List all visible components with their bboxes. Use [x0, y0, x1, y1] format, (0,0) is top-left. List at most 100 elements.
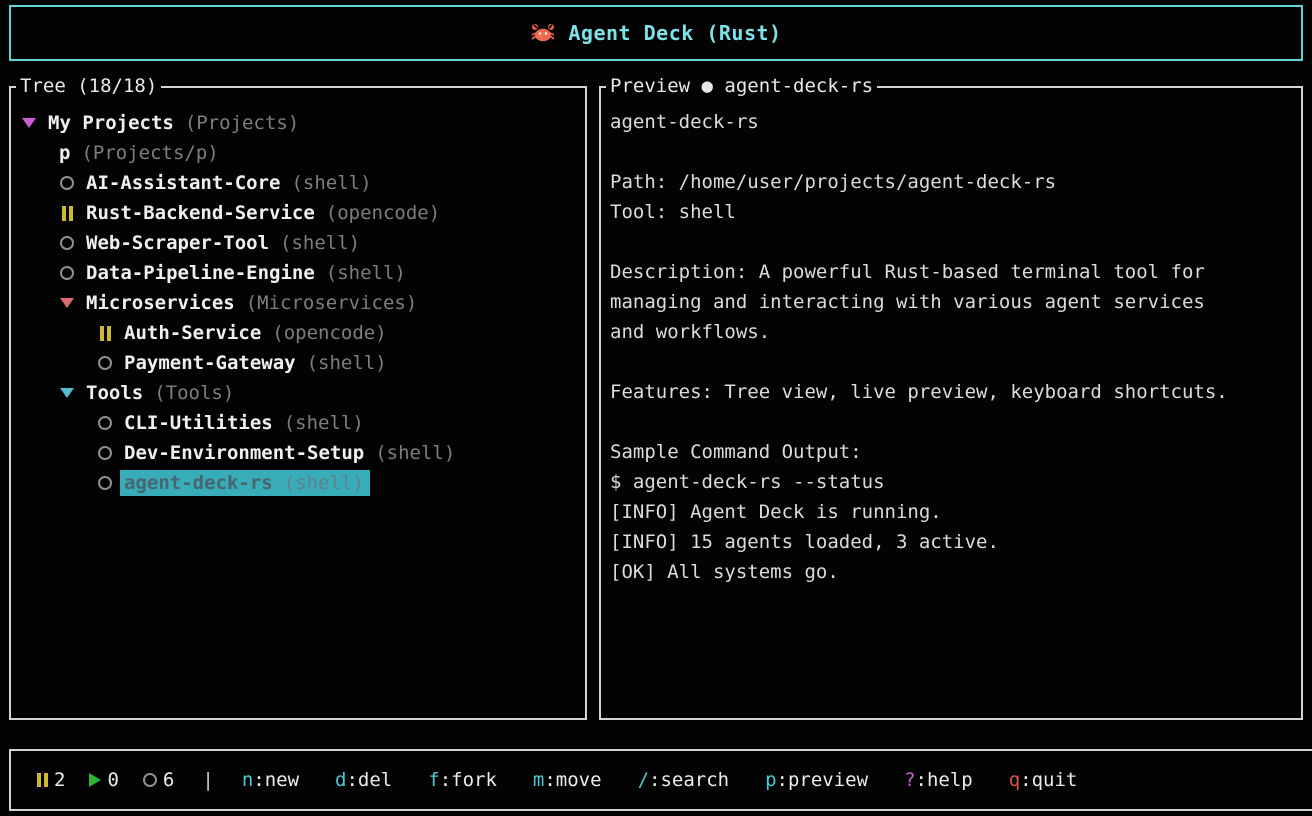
circle-icon [97, 476, 113, 490]
tree-panel-title: Tree (18/18) [16, 74, 161, 98]
tree-item-name: Auth-Service [124, 322, 261, 344]
preview-line [610, 347, 1291, 377]
preview-body: agent-deck-rs Path: /home/user/projects/… [601, 88, 1301, 587]
shortcut-label: :preview [777, 769, 869, 791]
tree-item-name: agent-deck-rs [124, 472, 273, 494]
circle-icon [97, 446, 113, 460]
tree-row-web-scraper-tool[interactable]: Web-Scraper-Tool (shell) [11, 228, 585, 258]
shortcut-key: m [533, 769, 544, 791]
tree-item-suffix: (shell) [307, 352, 387, 374]
preview-panel: Preview ● agent-deck-rs agent-deck-rs Pa… [599, 86, 1303, 720]
shortcut-key: n [242, 769, 253, 791]
preview-line: agent-deck-rs [610, 107, 1291, 137]
preview-line: Features: Tree view, live preview, keybo… [610, 377, 1291, 407]
tree-row-payment-gateway[interactable]: Payment-Gateway(shell) [11, 348, 585, 378]
circle-icon [97, 356, 113, 370]
count-play: 0 [89, 769, 118, 791]
status-bar-separator: | [202, 769, 213, 791]
preview-line: and workflows. [610, 317, 1291, 347]
shortcut-search: /:search [638, 769, 730, 791]
tree-panel: Tree (18/18) My Projects(Projects) p(Pro… [9, 86, 587, 720]
preview-line: [INFO] 15 agents loaded, 3 active. [610, 527, 1291, 557]
shortcut-key: p [765, 769, 776, 791]
shortcut-key: ? [904, 769, 915, 791]
shortcut-new: n:new [242, 769, 299, 791]
count-value: 6 [163, 769, 174, 791]
tree-item-name: Web-Scraper-Tool [86, 232, 269, 254]
tree-item-name: Microservices [86, 292, 235, 314]
tree-list: My Projects (Projects) p(Projects/p) AI-A… [11, 88, 585, 498]
preview-line: [OK] All systems go. [610, 557, 1291, 587]
circle-icon [143, 773, 157, 787]
shortcut-quit: q:quit [1009, 769, 1078, 791]
preview-line: managing and interacting with various ag… [610, 287, 1291, 317]
tree-item-suffix: (Tools) [154, 382, 234, 404]
shortcut-label: :fork [440, 769, 497, 791]
shortcut-hints: n:new d:del f:fork m:move /:search p:preview?… [242, 769, 1114, 791]
tree-row-agent-deck-rs[interactable]: agent-deck-rs (shell) [11, 468, 585, 498]
tree-item-suffix: (shell) [291, 172, 371, 194]
shortcut-label: :del [346, 769, 392, 791]
pause-icon [37, 773, 48, 787]
count-value: 2 [54, 769, 65, 791]
tree-row-data-pipeline-engine[interactable]: Data-Pipeline-Engine (shell) [11, 258, 585, 288]
tree-item-suffix: (opencode) [326, 202, 440, 224]
count-pause: 2 [37, 769, 65, 791]
tree-item-suffix: (shell) [326, 262, 406, 284]
shortcut-key: q [1009, 769, 1020, 791]
pause-icon [59, 206, 75, 221]
tree-item-suffix: (opencode) [272, 322, 386, 344]
tree-row-p[interactable]: p(Projects/p) [11, 138, 585, 168]
status-bar: 2 0 6 | n:new d:del f:fork m:move /:search p:… [9, 749, 1312, 811]
triangle-down-icon [59, 388, 75, 398]
circle-icon [59, 176, 75, 190]
tree-item-suffix: (Projects) [185, 112, 299, 134]
tree-item-name: CLI-Utilities [124, 412, 273, 434]
preview-line [610, 407, 1291, 437]
preview-line: [INFO] Agent Deck is running. [610, 497, 1291, 527]
tree-row-ai-assistant-core[interactable]: AI-Assistant-Core (shell) [11, 168, 585, 198]
tree-item-suffix: (shell) [284, 412, 364, 434]
shortcut-del: d:del [335, 769, 392, 791]
agent-deck-app: Agent Deck (Rust) Tree (18/18) My Projec… [0, 0, 1312, 816]
tree-item-name: My Projects [48, 112, 174, 134]
circle-icon [59, 236, 75, 250]
shortcut-label: :new [253, 769, 299, 791]
shortcut-label: :help [916, 769, 973, 791]
circle-icon [97, 416, 113, 430]
preview-panel-title: Preview ● agent-deck-rs [606, 74, 877, 98]
pause-icon [97, 326, 113, 341]
tree-row-tools[interactable]: Tools(Tools) [11, 378, 585, 408]
shortcut-move: m:move [533, 769, 602, 791]
preview-line: Sample Command Output: [610, 437, 1291, 467]
shortcut-key: f [428, 769, 439, 791]
tree-row-dev-environment-setup[interactable]: Dev-Environment-Setup(shell) [11, 438, 585, 468]
tree-row-microservices[interactable]: Microservices (Microservices) [11, 288, 585, 318]
tree-row-my-projects[interactable]: My Projects (Projects) [11, 108, 585, 138]
tree-item-name: p [59, 142, 70, 164]
shortcut-help: ?:help [904, 769, 973, 791]
preview-line [610, 227, 1291, 257]
tree-item-suffix: (shell) [280, 232, 360, 254]
crab-icon [530, 22, 556, 44]
tree-row-rust-backend-service[interactable]: Rust-Backend-Service (opencode) [11, 198, 585, 228]
tree-item-name: Rust-Backend-Service [86, 202, 315, 224]
tree-item-name: AI-Assistant-Core [86, 172, 280, 194]
preview-line: Description: A powerful Rust-based termi… [610, 257, 1291, 287]
tree-row-auth-service[interactable]: Auth-Service (opencode) [11, 318, 585, 348]
preview-line: Path: /home/user/projects/agent-deck-rs [610, 167, 1291, 197]
preview-line: $ agent-deck-rs --status [610, 467, 1291, 497]
shortcut-key: d [335, 769, 346, 791]
tree-item-suffix: (Microservices) [246, 292, 418, 314]
tree-item-suffix: (shell) [284, 472, 364, 494]
tree-row-cli-utilities[interactable]: CLI-Utilities (shell) [11, 408, 585, 438]
tree-item-name: Dev-Environment-Setup [124, 442, 364, 464]
shortcut-fork: f:fork [428, 769, 497, 791]
count-value: 0 [107, 769, 118, 791]
tree-item-name: Data-Pipeline-Engine [86, 262, 315, 284]
shortcut-label: :search [649, 769, 729, 791]
triangle-down-icon [21, 118, 37, 128]
preview-line [610, 137, 1291, 167]
agent-counts: 2 0 6 [37, 769, 198, 791]
app-header: Agent Deck (Rust) [9, 5, 1303, 61]
